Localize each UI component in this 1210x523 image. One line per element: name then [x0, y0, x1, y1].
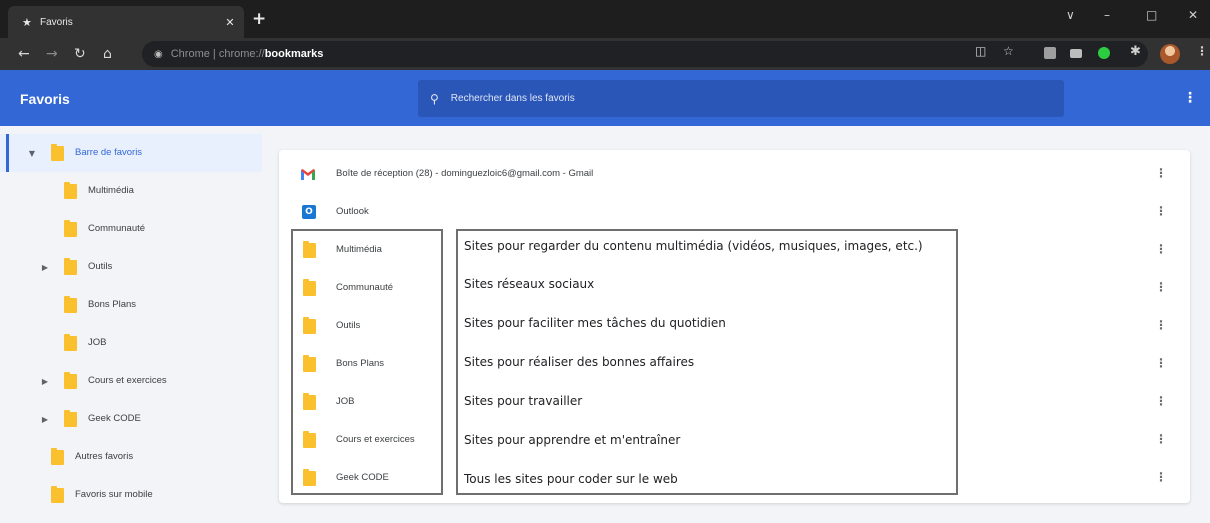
tree-item-bons-plans[interactable]: Bons Plans	[0, 286, 262, 324]
more-options-icon[interactable]: ⋮	[1155, 470, 1167, 484]
page-title: Favoris	[20, 91, 70, 107]
bookmark-page-star-icon[interactable]: ☆	[1003, 44, 1014, 58]
tree-item-multimedia[interactable]: Multimédia	[0, 172, 262, 210]
tree-item-label: Outils	[88, 261, 113, 272]
extension-icon[interactable]	[1098, 47, 1110, 59]
annotation-text: Sites pour faciliter mes tâches du quoti…	[464, 316, 726, 330]
chrome-menu-icon[interactable]: ⋮	[1196, 44, 1208, 58]
folder-icon	[64, 372, 77, 389]
bookmarks-header: Favoris ⚲ ⋮	[0, 70, 1210, 126]
address-bar[interactable]: ◉ Chrome | chrome:// bookmarks	[142, 41, 1148, 67]
site-info-icon[interactable]: ◉	[154, 49, 163, 60]
annotation-text: Tous les sites pour coder sur le web	[464, 472, 678, 486]
tree-item-geek-code[interactable]: ▶ Geek CODE	[0, 400, 262, 438]
annotation-text: Sites pour apprendre et m'entraîner	[464, 433, 681, 447]
profile-avatar[interactable]	[1160, 44, 1180, 64]
folder-icon	[64, 182, 77, 199]
more-options-icon[interactable]: ⋮	[1155, 394, 1167, 408]
tree-item-barre-de-favoris[interactable]: ▼ Barre de favoris	[0, 134, 262, 172]
bookmark-item-gmail[interactable]: Boîte de réception (28) - dominguezloic6…	[279, 155, 1190, 193]
address-host: bookmarks	[264, 48, 324, 60]
tree-item-label: Multimédia	[88, 185, 134, 196]
tree-item-communaute[interactable]: Communauté	[0, 210, 262, 248]
cast-icon[interactable]: ◫	[975, 44, 986, 58]
tree-item-outils[interactable]: ▶ Outils	[0, 248, 262, 286]
extensions-puzzle-icon[interactable]: ✱	[1130, 44, 1141, 59]
more-options-icon[interactable]: ⋮	[1155, 242, 1167, 256]
more-options-icon[interactable]: ⋮	[1155, 204, 1167, 218]
expand-caret-icon[interactable]: ▼	[27, 149, 37, 158]
search-icon: ⚲	[430, 91, 439, 106]
bookmark-item-outlook[interactable]: O Outlook ⋮	[279, 193, 1190, 231]
folder-icon	[64, 410, 77, 427]
annotation-text: Sites pour réaliser des bonnes affaires	[464, 355, 695, 369]
tree-item-job[interactable]: JOB	[0, 324, 262, 362]
close-tab-icon[interactable]: ✕	[216, 16, 244, 29]
tree-item-label: Barre de favoris	[75, 147, 143, 158]
collapse-caret-icon[interactable]: ▶	[40, 377, 50, 386]
tree-item-favoris-sur-mobile[interactable]: Favoris sur mobile	[0, 476, 262, 514]
reload-icon[interactable]: ↻	[74, 45, 86, 63]
annotation-text: Sites pour regarder du contenu multimédi…	[464, 239, 923, 253]
folder-icon	[64, 334, 77, 351]
folder-icon	[51, 486, 64, 503]
more-options-icon[interactable]: ⋮	[1155, 166, 1167, 180]
tree-item-label: Autres favoris	[75, 451, 134, 462]
home-icon[interactable]: ⌂	[103, 45, 112, 63]
bookmark-label: Boîte de réception (28) - dominguezloic6…	[336, 168, 594, 179]
browser-toolbar: ← → ↻ ⌂ ◉ Chrome | chrome:// bookmarks ◫…	[0, 38, 1210, 70]
more-options-icon[interactable]: ⋮	[1155, 318, 1167, 332]
tree-item-label: Communauté	[88, 223, 146, 234]
tab-title: Favoris	[40, 16, 73, 28]
tree-item-label: Cours et exercices	[88, 375, 167, 386]
annotation-box-folders	[291, 229, 443, 495]
outlook-icon: O	[302, 205, 316, 219]
close-window-icon[interactable]: ✕	[1188, 8, 1198, 22]
tree-item-autres-favoris[interactable]: Autres favoris	[0, 438, 262, 476]
maximize-icon[interactable]: □	[1146, 8, 1157, 22]
folder-icon	[64, 296, 77, 313]
annotation-text: Sites réseaux sociaux	[464, 277, 595, 291]
extension-icon[interactable]	[1070, 49, 1082, 58]
browser-titlebar: ★ Favoris ✕ + ∨ – □ ✕	[0, 0, 1210, 38]
folder-icon	[51, 144, 64, 161]
address-scheme: Chrome | chrome://	[170, 48, 265, 60]
more-options-icon[interactable]: ⋮	[1155, 432, 1167, 446]
selection-indicator	[6, 134, 9, 172]
search-bar[interactable]: ⚲	[418, 80, 1064, 117]
folder-icon	[64, 220, 77, 237]
bookmark-star-icon: ★	[22, 15, 32, 29]
back-arrow-icon[interactable]: ←	[18, 45, 30, 63]
collapse-caret-icon[interactable]: ▶	[40, 415, 50, 424]
folder-icon	[64, 258, 77, 275]
tree-item-label: Geek CODE	[88, 413, 141, 424]
more-options-icon[interactable]: ⋮	[1155, 280, 1167, 294]
new-tab-button[interactable]: +	[252, 10, 266, 28]
forward-arrow-icon[interactable]: →	[46, 45, 58, 63]
folder-tree: ▼ Barre de favoris Multimédia Communauté…	[0, 126, 270, 523]
tree-item-label: JOB	[88, 337, 107, 348]
tree-item-cours-et-exercices[interactable]: ▶ Cours et exercices	[0, 362, 262, 400]
gmail-icon	[301, 169, 315, 180]
minimize-icon[interactable]: –	[1104, 8, 1110, 22]
tab-search-icon[interactable]: ∨	[1066, 8, 1075, 22]
more-options-icon[interactable]: ⋮	[1155, 356, 1167, 370]
folder-icon	[51, 448, 64, 465]
annotation-text: Sites pour travailler	[464, 394, 583, 408]
collapse-caret-icon[interactable]: ▶	[40, 263, 50, 272]
browser-tab[interactable]: ★ Favoris ✕	[8, 6, 244, 38]
tree-item-label: Bons Plans	[88, 299, 137, 310]
search-input[interactable]	[450, 93, 1011, 104]
more-options-icon[interactable]: ⋮	[1183, 90, 1197, 106]
tree-item-label: Favoris sur mobile	[75, 489, 153, 500]
extension-icon[interactable]	[1044, 47, 1056, 59]
bookmark-label: Outlook	[336, 206, 369, 217]
